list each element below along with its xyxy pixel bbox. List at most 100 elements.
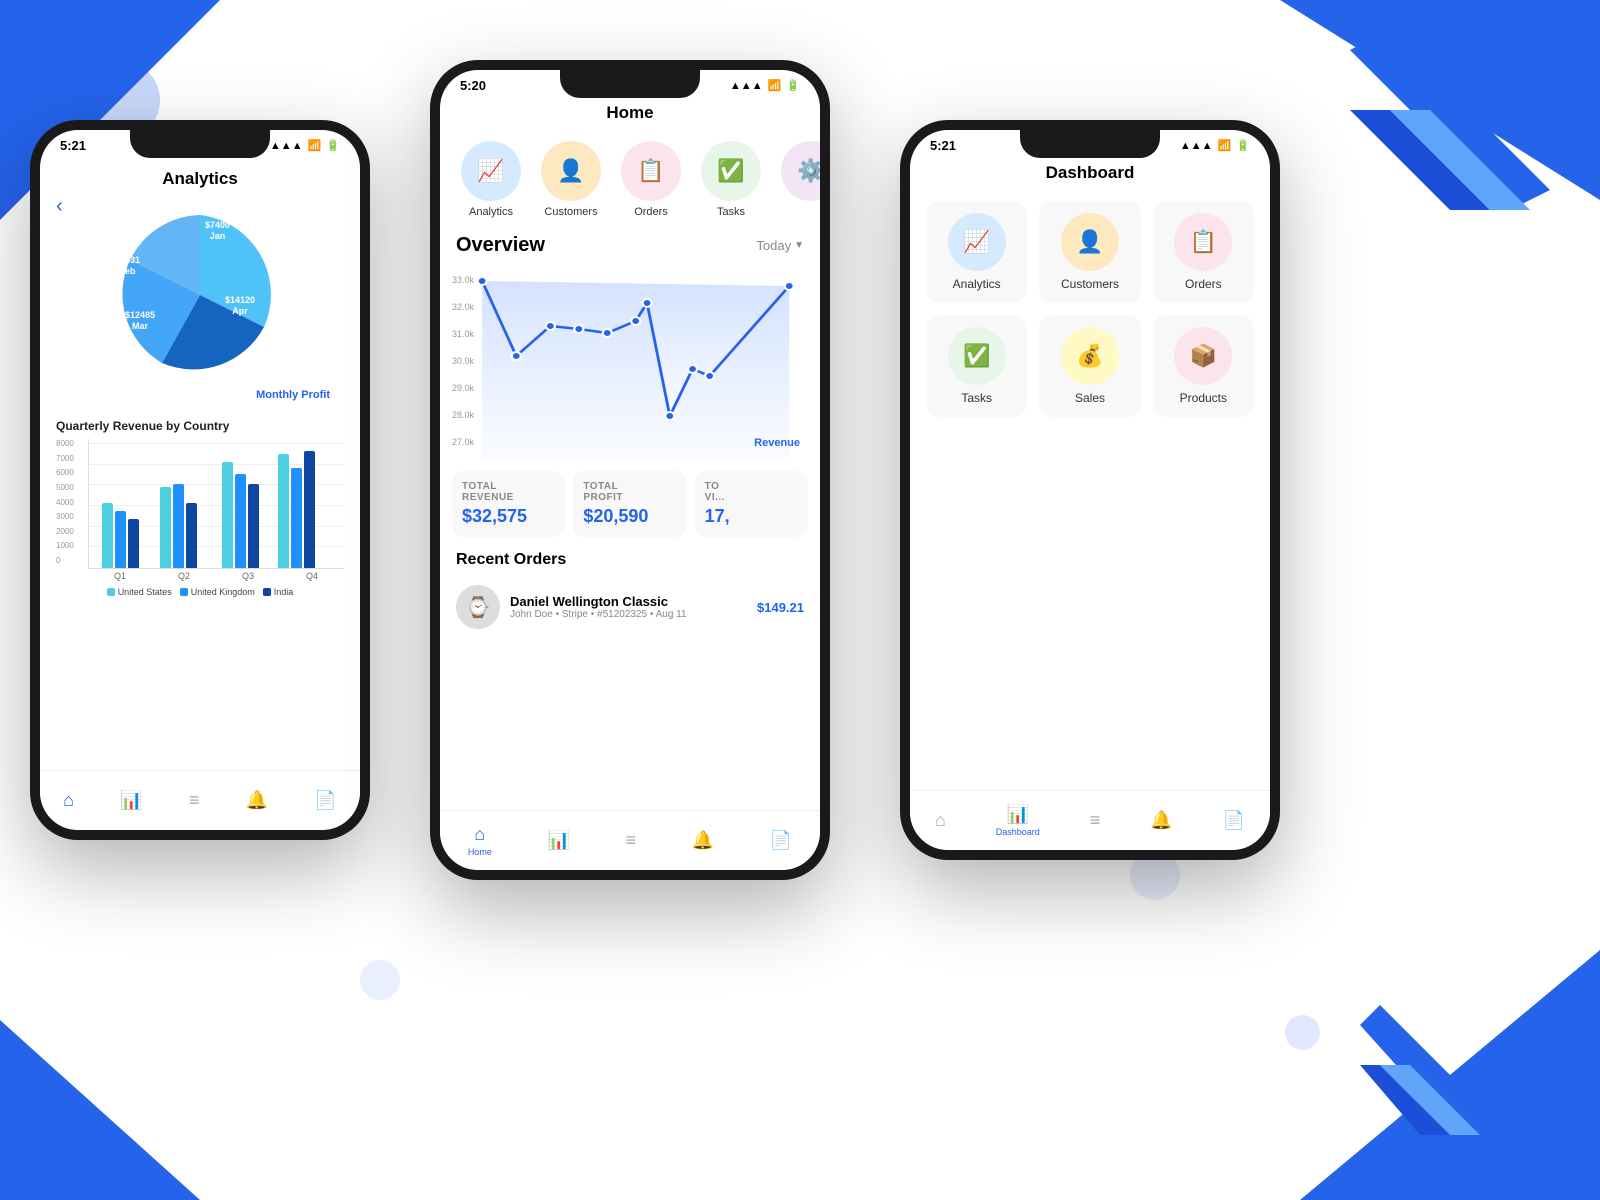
status-icons-right: ▲▲▲ 📶 🔋 [1180,139,1250,152]
monthly-profit-label: Monthly Profit [60,389,340,401]
nav-dashboard-label-right: Dashboard [996,827,1040,837]
quick-icon-tasks[interactable]: ✅ Tasks [696,141,766,218]
line-chart-svg [448,261,812,461]
analytics-icon: 📈 [477,158,504,184]
order-meta: John Doe • Stripe • #51202325 • Aug 11 [510,609,747,620]
time-left: 5:21 [60,138,86,153]
dashboard-sales[interactable]: 💰 Sales [1039,315,1140,417]
nav-notif-right[interactable]: 🔔 [1150,810,1172,831]
more-icon-circle: ⚙️ [781,141,820,201]
bar-group-q3 [222,462,259,568]
dashboard-title: Dashboard [910,153,1270,189]
nav-stats-icon-left: 📊 [120,790,142,811]
revenue-label: Revenue [754,437,800,449]
legend-dot-in [263,588,271,596]
quick-icon-customers[interactable]: 👤 Customers [536,141,606,218]
nav-list-center[interactable]: ≡ [626,830,637,851]
dashboard-products[interactable]: 📦 Products [1153,315,1254,417]
notch-center [560,70,700,98]
dashboard-analytics[interactable]: 📈 Analytics [926,201,1027,303]
quick-icons-row: 📈 Analytics 👤 Customers 📋 Orders [440,129,820,226]
order-avatar: ⌚ [456,585,500,629]
stat-value-revenue: $32,575 [462,506,555,527]
quick-icon-analytics[interactable]: 📈 Analytics [456,141,526,218]
pie-label-apr: $14120Apr [225,295,255,317]
bar-chart-section: Quarterly Revenue by Country 8000 7000 6… [40,411,360,605]
bar-legend: United States United Kingdom India [56,583,344,597]
bar-group-q4 [278,451,315,568]
nav-notif-left[interactable]: 🔔 [246,790,268,811]
nav-stats-left[interactable]: 📊 [120,790,142,811]
nav-home-left[interactable]: ⌂ [63,790,74,811]
nav-notif-icon-center: 🔔 [692,830,714,851]
nav-list-left[interactable]: ≡ [189,790,200,811]
stat-label-profit: TOTALPROFIT [583,481,676,503]
customers-icon: 👤 [557,158,584,184]
order-item[interactable]: ⌚ Daniel Wellington Classic John Doe • S… [440,577,820,637]
dashboard-analytics-icon: 📈 [963,229,990,255]
phone-left: 5:21 ▲▲▲ 📶 🔋 ‹ Analytics [30,120,370,840]
dashboard-tasks-label: Tasks [961,391,992,405]
battery-icon-c: 🔋 [786,79,800,92]
wifi-icon-r: 📶 [1218,139,1232,152]
bar-uk-q1 [115,511,126,568]
legend-uk: United Kingdom [180,587,255,597]
order-name: Daniel Wellington Classic [510,594,747,609]
bottom-nav-center: ⌂ Home 📊 ≡ 🔔 📄 [440,810,820,870]
legend-dot-us [107,588,115,596]
pie-label-feb: $8431Feb [115,255,140,277]
bar-uk-q3 [235,474,246,568]
overview-header: Overview Today ▼ [440,226,820,261]
home-title: Home [440,93,820,129]
nav-docs-icon-center: 📄 [770,830,792,851]
back-button[interactable]: ‹ [56,195,63,218]
nav-docs-center[interactable]: 📄 [770,830,792,851]
dashboard-customers-label: Customers [1061,277,1119,291]
notch-right [1020,130,1160,158]
nav-home-icon-right: ⌂ [935,810,946,831]
pie-label-jan: $7400Jan [205,220,230,242]
stat-label-revenue: TOTALREVENUE [462,481,555,503]
dashboard-customers-icon: 👤 [1076,229,1103,255]
nav-dashboard-right[interactable]: 📊 Dashboard [996,804,1040,837]
nav-stats-icon-center: 📊 [547,830,569,851]
dashboard-grid: 📈 Analytics 👤 Customers 📋 Orders [910,189,1270,429]
dashboard-orders[interactable]: 📋 Orders [1153,201,1254,303]
phone-left-screen: 5:21 ▲▲▲ 📶 🔋 ‹ Analytics [40,130,360,830]
signal-icon: ▲▲▲ [270,140,303,152]
quick-icon-orders[interactable]: 📋 Orders [616,141,686,218]
legend-in: India [263,587,294,597]
nav-home-icon-left: ⌂ [63,790,74,811]
nav-home-right[interactable]: ⌂ [935,810,946,831]
status-icons-center: ▲▲▲ 📶 🔋 [730,79,800,92]
recent-orders-title: Recent Orders [440,547,820,577]
notch-left [130,130,270,158]
pie-section: $7400Jan $14120Apr $8431Feb $12485Mar Mo… [40,195,360,411]
analytics-title: Analytics [40,159,360,195]
analytics-label: Analytics [469,206,513,218]
nav-list-right[interactable]: ≡ [1090,810,1101,831]
legend-label-us: United States [118,587,172,597]
dashboard-tasks[interactable]: ✅ Tasks [926,315,1027,417]
today-label: Today [756,238,791,253]
stat-card-views: TOVI... 17, [695,471,808,537]
quick-icon-more[interactable]: ⚙️ [776,141,820,218]
bar-us-q1 [102,503,113,568]
nav-home-center[interactable]: ⌂ Home [468,824,492,857]
nav-stats-center[interactable]: 📊 [547,830,569,851]
dashboard-customers-circle: 👤 [1061,213,1119,271]
today-selector[interactable]: Today ▼ [756,238,804,253]
chevron-down-icon: ▼ [794,240,804,251]
overview-title: Overview [456,234,545,257]
bar-group-q2 [160,484,197,568]
nav-docs-left[interactable]: 📄 [314,790,336,811]
pie-chart: $7400Jan $14120Apr $8431Feb $12485Mar [110,205,290,385]
dashboard-sales-icon: 💰 [1076,343,1103,369]
dashboard-customers[interactable]: 👤 Customers [1039,201,1140,303]
nav-notif-icon-left: 🔔 [246,790,268,811]
phone-right: 5:21 ▲▲▲ 📶 🔋 Dashboard 📈 Analytics [900,120,1280,860]
legend-us: United States [107,587,172,597]
bar-us-q4 [278,454,289,568]
nav-docs-right[interactable]: 📄 [1223,810,1245,831]
nav-notif-center[interactable]: 🔔 [692,830,714,851]
